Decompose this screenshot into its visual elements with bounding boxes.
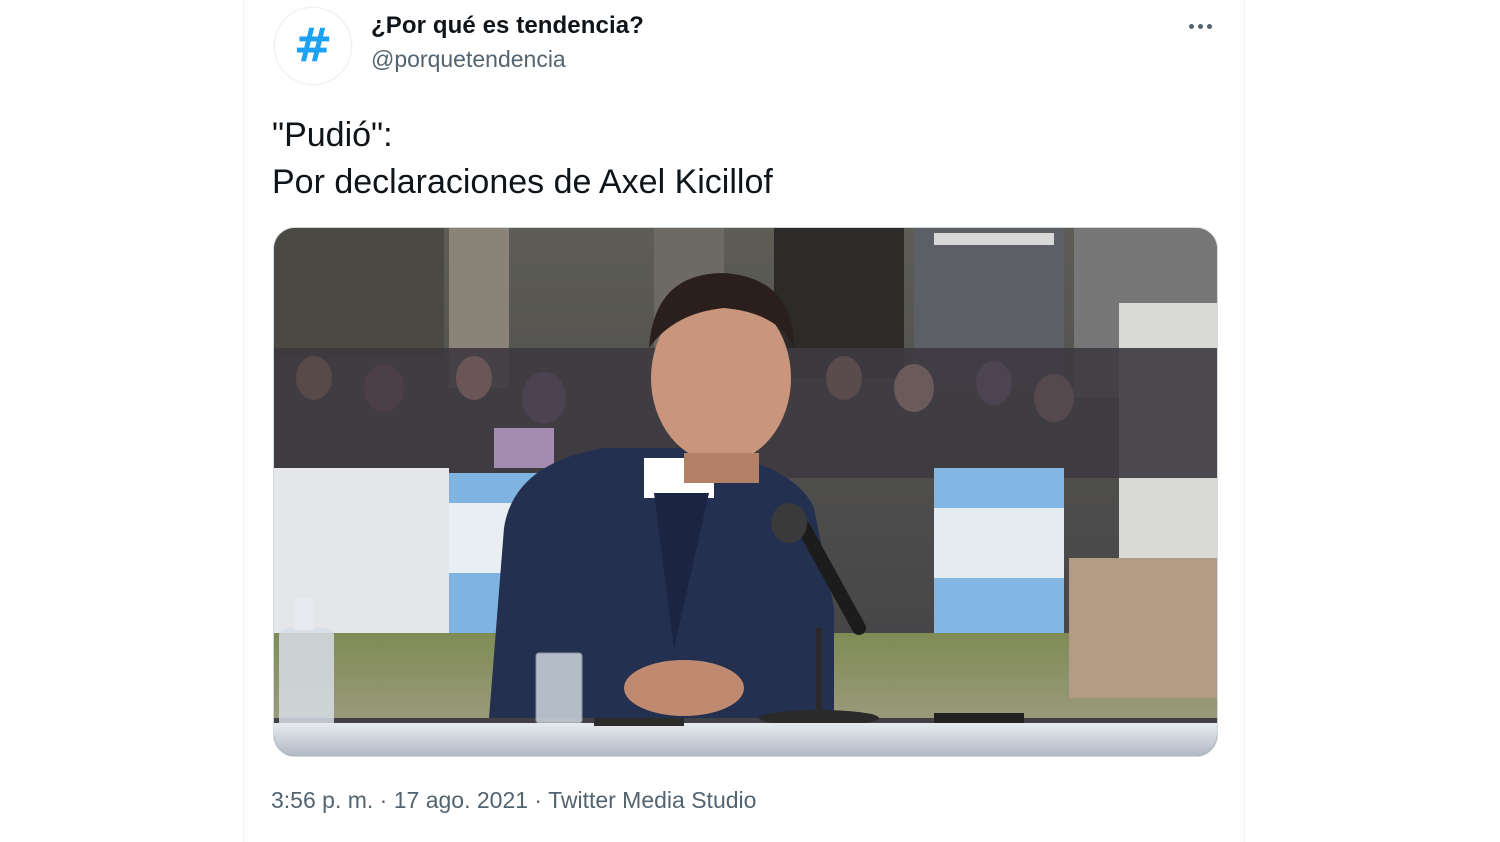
avatar[interactable]: # <box>274 7 352 85</box>
hashtag-icon: # <box>293 18 333 72</box>
meta-separator: · <box>373 787 394 813</box>
video-thumbnail <box>274 228 1217 756</box>
tweet-media-video[interactable] <box>273 227 1218 757</box>
meta-separator: · <box>528 787 549 813</box>
more-options-button[interactable] <box>1180 10 1220 42</box>
tweet-source-link[interactable]: Twitter Media Studio <box>548 787 756 813</box>
page: # ¿Por qué es tendencia? @porquetendenci… <box>0 0 1500 842</box>
display-name[interactable]: ¿Por qué es tendencia? <box>371 12 644 40</box>
more-horizontal-icon <box>1188 23 1194 29</box>
tweet-time-link[interactable]: 3:56 p. m. <box>271 787 373 813</box>
user-handle[interactable]: @porquetendencia <box>371 46 566 73</box>
tweet-metadata: 3:56 p. m. · 17 ago. 2021 · Twitter Medi… <box>271 787 756 814</box>
tweet-date-link[interactable]: 17 ago. 2021 <box>394 787 528 813</box>
tweet-card: # ¿Por qué es tendencia? @porquetendenci… <box>243 0 1245 842</box>
tweet-text: "Pudió": Por declaraciones de Axel Kicil… <box>272 116 773 201</box>
